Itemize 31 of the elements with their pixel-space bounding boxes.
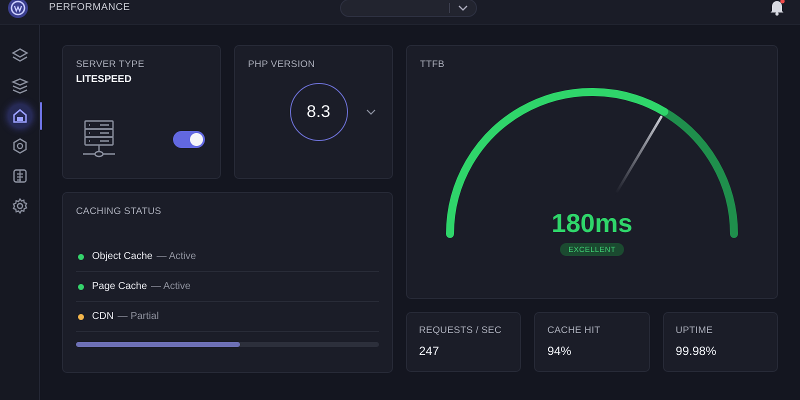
toggle-switch[interactable] bbox=[173, 131, 205, 148]
cache-status: — Active bbox=[156, 251, 196, 262]
home-icon bbox=[10, 107, 28, 125]
chevron-icon bbox=[458, 4, 468, 10]
stat-value: 247 bbox=[419, 344, 440, 358]
cache-name: Object Cache bbox=[92, 251, 153, 262]
page-title: PERFORMANCE bbox=[49, 2, 130, 13]
card-label: PHP VERSION bbox=[248, 59, 316, 70]
notification-icon[interactable] bbox=[769, 0, 785, 16]
stat-value: 94% bbox=[547, 344, 572, 358]
cache-status: — Active bbox=[151, 281, 191, 292]
cache-status: — Partial bbox=[118, 311, 159, 322]
cache-name: Page Cache bbox=[92, 281, 148, 292]
card-label: TTFB bbox=[420, 59, 446, 70]
chevron-icon[interactable] bbox=[366, 109, 376, 115]
version-dial[interactable]: 8.3 bbox=[290, 83, 348, 141]
stat-value: 99.98% bbox=[676, 344, 718, 358]
server-value: LITESPEED bbox=[76, 74, 133, 85]
shield-icon bbox=[10, 137, 28, 155]
stat-label: CACHE HIT bbox=[547, 325, 602, 336]
stat-label: REQUESTS / SEC bbox=[419, 325, 503, 336]
list-icon bbox=[10, 167, 28, 185]
ttfb-value: 180ms bbox=[552, 210, 632, 236]
settings-icon bbox=[10, 197, 28, 215]
card-label: CACHING STATUS bbox=[76, 206, 162, 217]
server-icon bbox=[82, 120, 116, 158]
cache-name: CDN bbox=[92, 311, 114, 322]
stack-icon bbox=[10, 77, 28, 95]
logo-icon bbox=[7, 0, 29, 19]
card-label: SERVER TYPE bbox=[76, 59, 146, 70]
stat-label: UPTIME bbox=[676, 325, 714, 336]
